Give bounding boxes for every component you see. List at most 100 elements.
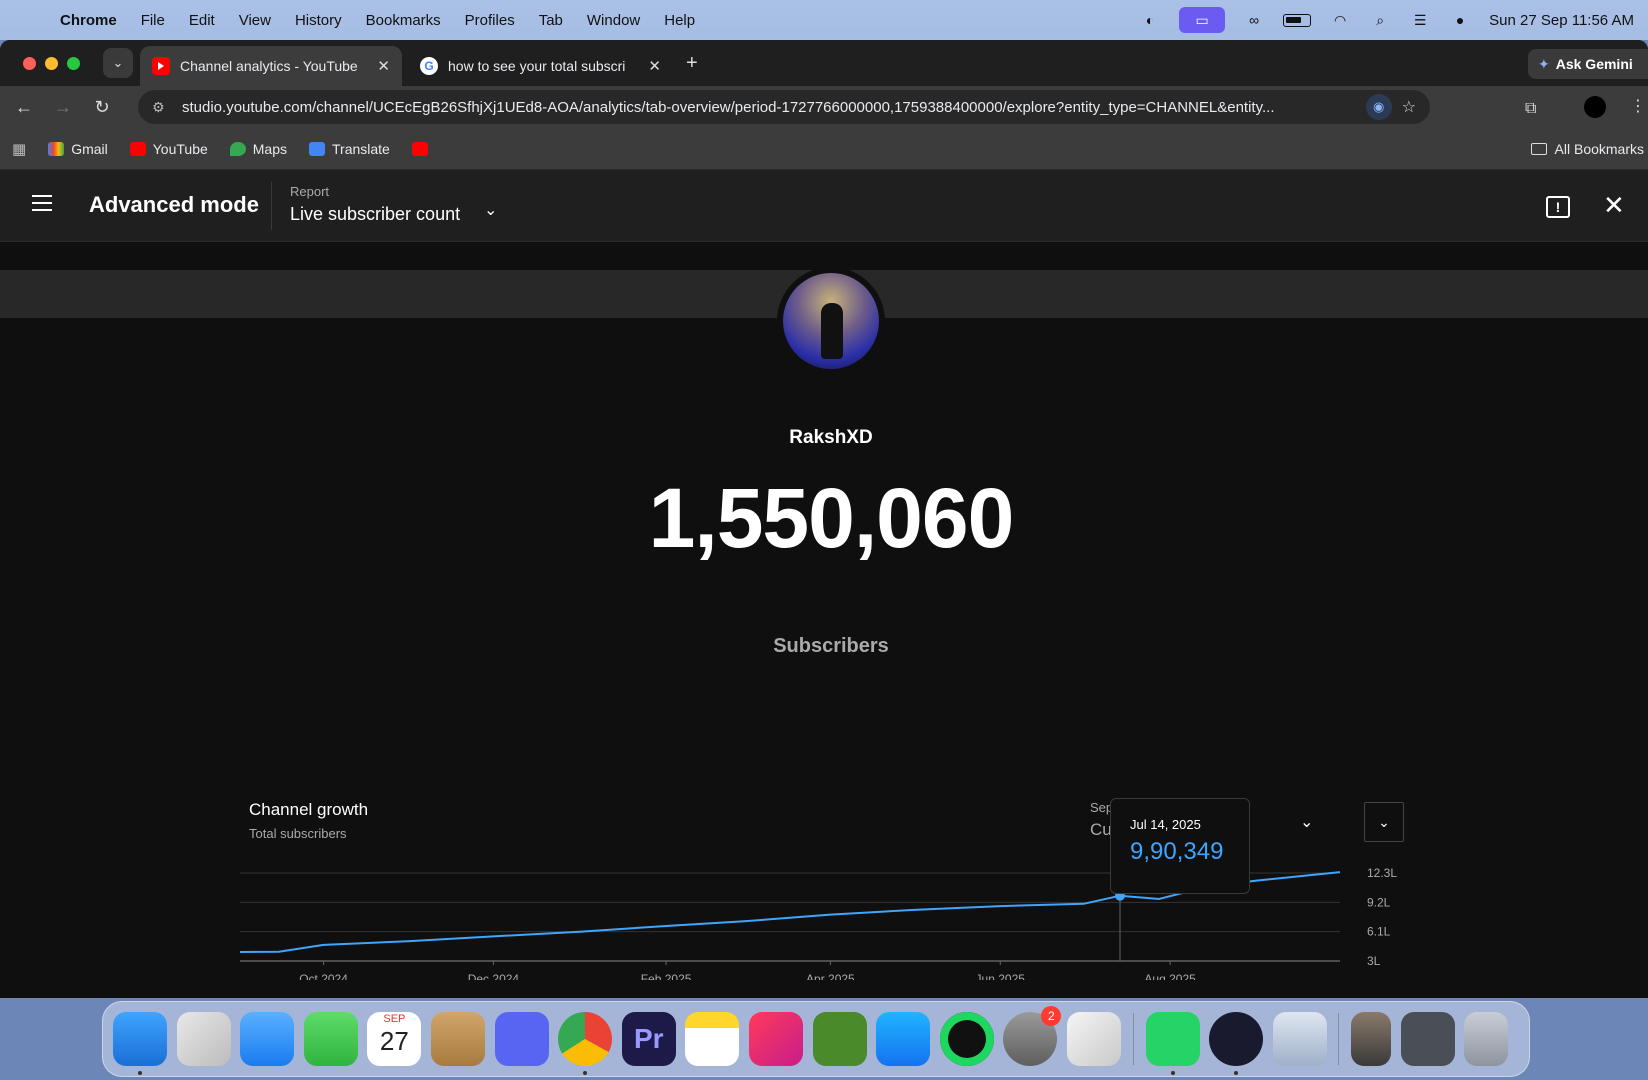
chart-tooltip: Jul 14, 2025 9,90,349 (1110, 798, 1250, 894)
tab-title: Channel analytics - YouTube (180, 58, 358, 74)
bookmark-label: Maps (252, 140, 287, 157)
menubar-status-area: ◐ ▭ ∞ ◠ ⌕ ☰ ● Sun 27 Sep 11:56 AM (1139, 0, 1634, 40)
chart-menu-chevron-down-icon[interactable]: ⌄ (1364, 802, 1404, 842)
reload-button[interactable]: ↻ (87, 97, 117, 118)
contacts-icon[interactable] (430, 1012, 485, 1066)
x-tick-label: Feb 2025 (641, 972, 692, 980)
mail-icon[interactable] (240, 1012, 295, 1066)
bookmark-gmail[interactable]: Gmail (48, 141, 108, 157)
wifi-icon[interactable]: ◠ (1329, 12, 1351, 28)
all-bookmarks-button[interactable]: All Bookmarks (1530, 128, 1648, 170)
chrome-icon[interactable] (558, 1012, 613, 1075)
youtube-icon (152, 57, 170, 75)
close-icon[interactable]: ✕ (1603, 190, 1625, 221)
subscriber-label: Subscribers (773, 635, 889, 657)
ask-gemini-button[interactable]: ✦ Ask Gemini (1528, 49, 1648, 79)
bookmarks-bar: ▦ Gmail YouTube Maps Translate All Bookm… (0, 128, 1648, 170)
spotlight-search-icon[interactable]: ⌕ (1369, 12, 1391, 28)
menu-file[interactable]: File (141, 12, 165, 29)
system-settings-icon[interactable]: 2 (1003, 1006, 1062, 1066)
x-tick-label: Aug 2025 (1144, 972, 1196, 980)
translate-icon (309, 141, 325, 156)
menu-history[interactable]: History (295, 12, 342, 29)
url-text[interactable]: studio.youtube.com/channel/UCEcEgB26Sfhj… (182, 99, 1366, 116)
obs-icon[interactable] (1209, 1012, 1264, 1075)
tooltip-value: 9,90,349 (1130, 838, 1224, 865)
keyboard-icon[interactable] (1400, 1012, 1455, 1066)
notes-icon[interactable] (685, 1012, 740, 1066)
siri-icon[interactable]: ● (1449, 12, 1471, 28)
control-center-icon[interactable]: ☰ (1409, 12, 1431, 28)
tab-search-chevron-icon[interactable]: ⌄ (103, 48, 133, 78)
bookmark-youtube[interactable]: YouTube (129, 141, 208, 157)
facetime-icon[interactable] (303, 1012, 358, 1066)
forward-button[interactable]: → (48, 97, 78, 118)
close-window-button[interactable] (23, 57, 36, 70)
calendar-icon[interactable]: SEP 27 (367, 1012, 422, 1066)
dock-divider (1132, 1013, 1134, 1065)
date-range-value[interactable]: Cu (1090, 820, 1112, 840)
feedback-icon[interactable]: ! (1546, 196, 1570, 218)
creative-cloud-icon[interactable] (748, 1012, 803, 1066)
studio-page: Advanced mode Report Live subscriber cou… (0, 170, 1648, 998)
minecraft-icon[interactable] (812, 1012, 867, 1066)
hamburger-menu-icon[interactable] (32, 195, 52, 211)
site-info-icon[interactable]: ⚙ (152, 99, 172, 116)
finder-icon[interactable] (113, 1012, 167, 1075)
chart-subtitle: Total subscribers (249, 826, 347, 841)
trash-icon[interactable] (1464, 1012, 1509, 1066)
menu-bookmarks[interactable]: Bookmarks (366, 12, 441, 29)
channel-name: RakshXD (789, 427, 873, 448)
minimize-window-button[interactable] (45, 57, 58, 70)
screen-mirroring-icon[interactable]: ▭ (1179, 7, 1226, 33)
menu-profiles[interactable]: Profiles (465, 12, 515, 29)
tab-google-search[interactable]: G how to see your total subscri ✕ (408, 46, 673, 86)
iphone-mirroring-icon[interactable] (1066, 1012, 1121, 1066)
close-tab-icon[interactable]: ✕ (377, 57, 390, 75)
spotify-icon[interactable] (939, 1012, 994, 1066)
close-tab-icon[interactable]: ✕ (648, 57, 661, 75)
preview-icon[interactable] (1272, 1012, 1327, 1066)
google-lens-icon[interactable]: ◉ (1365, 94, 1392, 120)
chevron-down-icon[interactable]: ⌄ (484, 200, 497, 220)
menu-app-name[interactable]: Chrome (60, 12, 117, 29)
premiere-icon[interactable]: Pr (621, 1012, 676, 1066)
bookmark-translate[interactable]: Translate (309, 141, 390, 157)
report-select-value[interactable]: Live subscriber count (290, 204, 460, 225)
discord-icon[interactable] (494, 1012, 549, 1066)
macos-menubar: Chrome File Edit View History Bookmarks … (0, 0, 1648, 40)
maps-icon (229, 141, 246, 156)
photo-icon[interactable] (1351, 1012, 1392, 1066)
bookmark-maps[interactable]: Maps (229, 140, 287, 157)
menu-tab[interactable]: Tab (539, 12, 563, 29)
whatsapp-icon[interactable] (1145, 1012, 1200, 1075)
menu-help[interactable]: Help (664, 12, 695, 29)
bookmark-youtube-2[interactable] (411, 141, 428, 156)
profile-avatar[interactable] (1584, 96, 1606, 118)
app-store-icon[interactable] (876, 1012, 931, 1066)
tab-channel-analytics[interactable]: Channel analytics - YouTube ✕ (140, 46, 402, 86)
youtube-icon (129, 141, 146, 156)
extensions-icon[interactable]: ⧉ (1525, 100, 1536, 118)
google-icon: G (420, 57, 438, 75)
menu-window[interactable]: Window (587, 12, 640, 29)
bookmark-star-icon[interactable]: ☆ (1402, 97, 1416, 117)
apps-grid-icon[interactable]: ▦ (12, 140, 26, 158)
bookmark-label: Translate (332, 140, 390, 157)
menubar-clock[interactable]: Sun 27 Sep 11:56 AM (1489, 12, 1634, 29)
creative-cloud-status-icon[interactable]: ∞ (1243, 12, 1265, 28)
zoom-window-button[interactable] (67, 57, 80, 70)
notification-badge: 2 (1041, 1006, 1062, 1026)
gmail-icon (48, 141, 65, 156)
back-button[interactable]: ← (9, 97, 39, 118)
date-range-chevron-down-icon[interactable]: ⌄ (1300, 812, 1313, 832)
new-tab-button[interactable]: + (686, 52, 698, 75)
battery-icon[interactable] (1283, 13, 1312, 27)
launchpad-icon[interactable] (176, 1012, 231, 1066)
menu-view[interactable]: View (239, 12, 271, 29)
chrome-menu-icon[interactable]: ⋮ (1630, 96, 1646, 116)
y-tick-label: 3L (1367, 954, 1381, 968)
menu-edit[interactable]: Edit (189, 12, 215, 29)
address-bar[interactable]: ⚙ studio.youtube.com/channel/UCEcEgB26Sf… (138, 90, 1430, 124)
focus-icon[interactable]: ◐ (1139, 12, 1161, 28)
